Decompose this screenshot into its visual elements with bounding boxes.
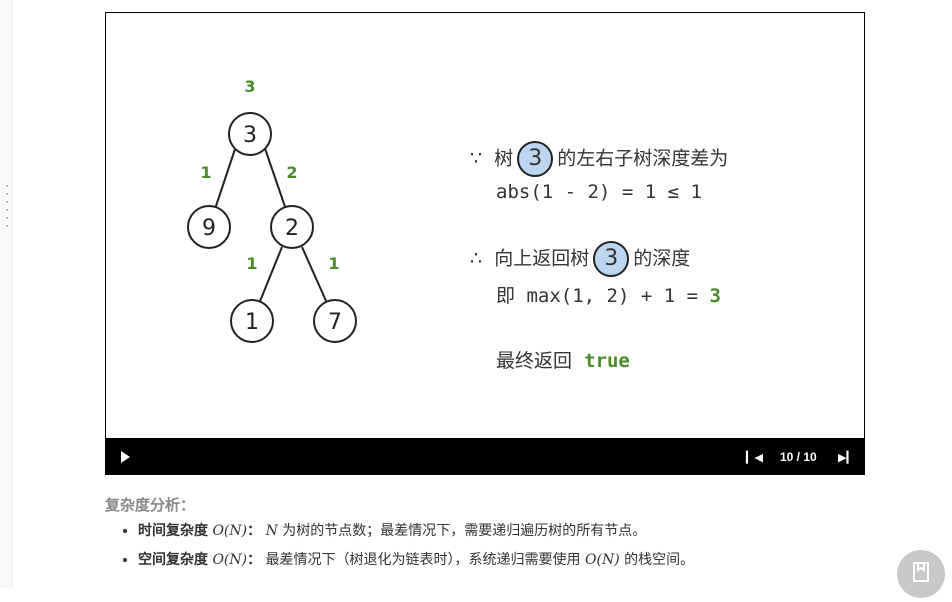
explanation-line-4: 即 max(1, 2) + 1 = 3	[496, 281, 721, 308]
depth-label: 2	[286, 163, 297, 182]
list-item: 时间复杂度 O(N)： N 为树的节点数；最差情况下，需要递归遍历树的所有节点。	[138, 520, 694, 540]
player-controls: ▎◀ 10 / 10 ▶▎	[105, 438, 865, 475]
notebook-button[interactable]	[897, 550, 945, 598]
node-label: 2	[285, 216, 299, 241]
tree-diagram: 3 9 2 1 7 3 1 2 1 1	[187, 77, 357, 343]
skip-previous-icon[interactable]: ▎◀	[746, 451, 763, 464]
text: 向上返回树	[494, 247, 590, 270]
text: 最差情况下（树退化为链表时），系统递归需要使用	[261, 552, 586, 568]
therefore-symbol: ∴	[470, 247, 483, 270]
math: O(N)	[212, 523, 248, 539]
depth-label: 3	[244, 77, 255, 96]
play-icon[interactable]	[121, 451, 130, 463]
node-label: 3	[243, 123, 257, 148]
math: O(N)	[212, 552, 248, 568]
node-label: 7	[328, 310, 342, 335]
label: 时间复杂度	[138, 523, 208, 539]
list-item: 空间复杂度 O(N)： 最差情况下（树退化为链表时），系统递归需要使用 O(N)…	[138, 549, 694, 569]
text: 即 max(1, 2) + 1 =	[496, 285, 710, 307]
node-label: 1	[245, 310, 259, 335]
node-badge: 3	[517, 141, 554, 177]
complexity-list: 时间复杂度 O(N)： N 为树的节点数；最差情况下，需要递归遍历树的所有节点。…	[118, 520, 694, 578]
return-value: true	[584, 350, 630, 372]
depth-label: 1	[200, 163, 211, 182]
depth-label: 1	[246, 254, 257, 273]
left-sidebar	[0, 0, 13, 588]
text: 的深度	[633, 247, 691, 270]
because-symbol: ∵	[470, 147, 483, 170]
explanation-line-3: ∴ 向上返回树 3 的深度	[470, 241, 690, 277]
book-icon	[913, 562, 929, 582]
node-label: 9	[202, 216, 216, 241]
explanation-line-5: 最终返回 true	[496, 346, 630, 373]
result-value: 3	[709, 285, 721, 307]
label: 空间复杂度	[138, 552, 208, 568]
text: 的左右子树深度差为	[557, 147, 729, 170]
math: O(N)	[585, 552, 620, 568]
slide-counter: 10 / 10	[780, 450, 817, 464]
explanation-line-2: abs(1 - 2) = 1 ≤ 1	[496, 181, 702, 203]
math: N	[265, 523, 278, 539]
explanation-line-1: ∵ 树 3 的左右子树深度差为	[470, 141, 728, 177]
text: 树	[494, 147, 514, 170]
colon: ：	[247, 523, 262, 539]
node-badge: 3	[593, 241, 630, 277]
text: 最终返回	[496, 350, 573, 372]
drag-handle-icon[interactable]	[6, 185, 8, 233]
text: 的栈空间。	[619, 552, 695, 568]
section-heading: 复杂度分析：	[105, 496, 196, 514]
text: 为树的节点数；最差情况下，需要递归遍历树的所有节点。	[277, 523, 647, 539]
skip-next-icon[interactable]: ▶▎	[838, 451, 855, 464]
depth-label: 1	[328, 254, 339, 273]
colon: ：	[247, 552, 262, 568]
slide-canvas: 3 9 2 1 7 3 1 2 1 1 ∵ 树 3 的左右子树深度差为 abs(1 …	[105, 12, 865, 438]
